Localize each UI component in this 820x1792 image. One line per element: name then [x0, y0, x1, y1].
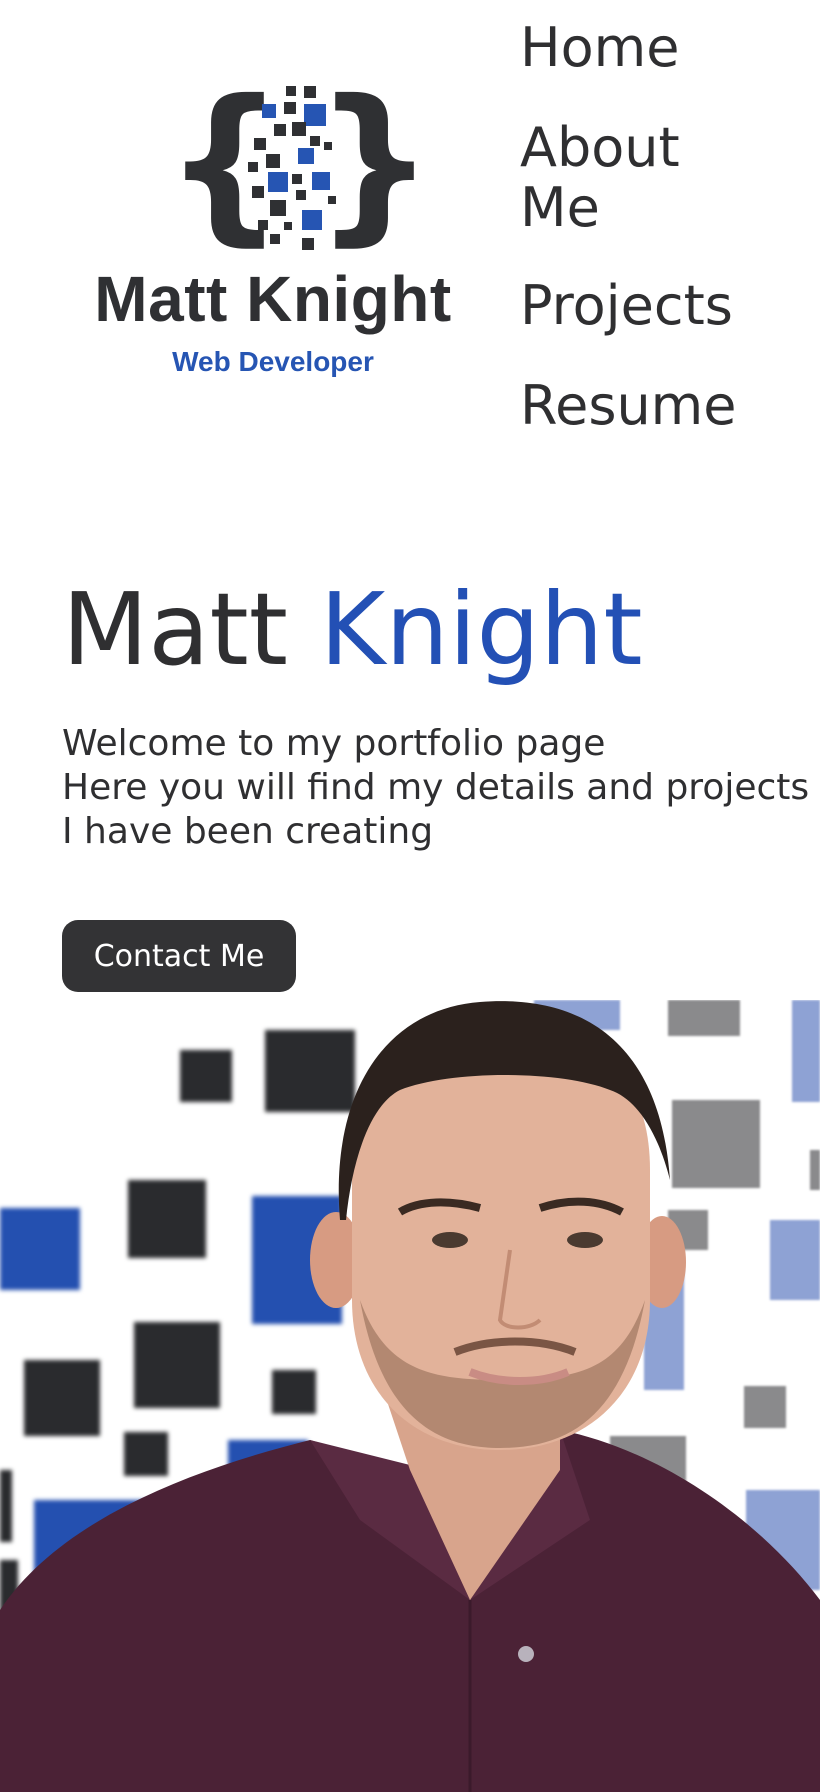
hero-title-first: Matt [62, 571, 288, 688]
code-braces-pixels-icon: { } [158, 78, 435, 258]
intro-line: Welcome to my portfolio page [62, 723, 606, 764]
logo-subtitle: Web Developer [172, 346, 374, 377]
contact-me-button[interactable]: Contact Me [62, 920, 296, 992]
nav-projects-link[interactable]: Projects [520, 276, 733, 336]
intro-line: I have been creating [62, 811, 434, 852]
logo[interactable]: { } Matt Knight Web Developer [78, 70, 468, 390]
hero-title: Matt Knight [62, 570, 643, 690]
intro-line: Here you will find my details and projec… [62, 767, 810, 808]
right-brace-icon: } [314, 64, 436, 262]
person-portrait [0, 1001, 820, 1792]
logo-name: Matt Knight [94, 263, 452, 335]
intro-text: Welcome to my portfolio page Here you wi… [62, 722, 820, 854]
nav-about-me-link[interactable]: About Me [520, 118, 720, 238]
site-header: { } Matt Knight Web Developer Home About… [0, 0, 820, 460]
nav-home-link[interactable]: Home [520, 18, 679, 78]
nav-resume-link[interactable]: Resume [520, 376, 737, 436]
hero-title-last: Knight [319, 571, 643, 688]
profile-photo [0, 1000, 820, 1792]
